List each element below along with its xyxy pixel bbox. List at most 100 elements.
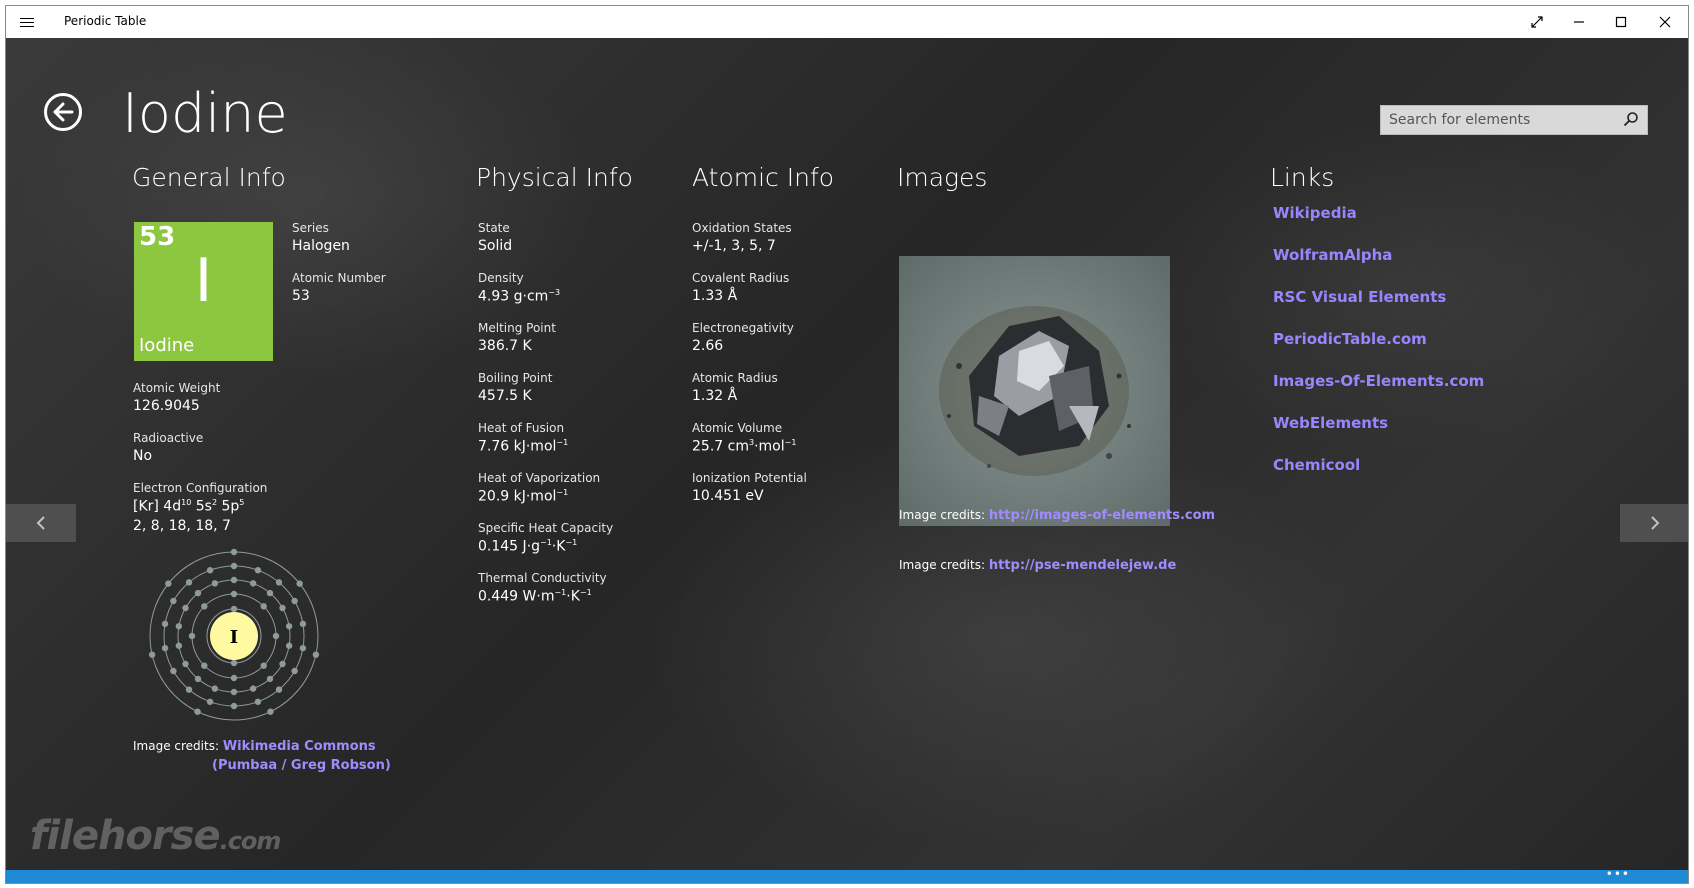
- boiling-prop: Boiling Point 457.5 K: [478, 371, 553, 404]
- vaporization-prop: Heat of Vaporization 20.9 kJ·mol−1: [478, 471, 601, 505]
- electron-dot: [267, 708, 274, 715]
- atomic-info-heading: Atomic Info: [692, 163, 835, 192]
- electron-dot: [279, 604, 286, 612]
- link-webelements[interactable]: WebElements: [1273, 414, 1388, 432]
- thermal-prop: Thermal Conductivity 0.449 W·m−1·K−1: [478, 571, 607, 605]
- previous-element-button[interactable]: [6, 504, 76, 542]
- electron-dot: [249, 685, 257, 692]
- search-icon[interactable]: [1623, 111, 1639, 127]
- images-of-elements-link[interactable]: http://images-of-elements.com: [989, 508, 1215, 523]
- link-rsc-visual-elements[interactable]: RSC Visual Elements: [1273, 288, 1446, 306]
- electron-dot: [194, 708, 201, 715]
- maximize-icon[interactable]: [1598, 6, 1644, 38]
- electron-dot: [279, 660, 286, 668]
- electron-dot: [182, 604, 189, 612]
- atomic-radius-prop: Atomic Radius 1.32 Å: [692, 371, 778, 404]
- electron-dot: [230, 576, 238, 584]
- general-info-heading: General Info: [132, 163, 286, 192]
- electron-dot: [175, 642, 183, 649]
- element-photo[interactable]: [899, 256, 1170, 526]
- electron-dot: [285, 623, 293, 630]
- images-heading: Images: [897, 163, 988, 192]
- electron-dot: [148, 651, 156, 658]
- ionization-prop: Ionization Potential 10.451 eV: [692, 471, 807, 504]
- electron-dot: [211, 580, 219, 587]
- link-wolframalpha[interactable]: WolframAlpha: [1273, 246, 1392, 264]
- content-area: Iodine General Info 53 I Iodine Series H…: [6, 38, 1688, 872]
- electron-dot: [194, 589, 202, 597]
- atom-shell-diagram: I: [148, 548, 320, 721]
- electron-dot: [272, 632, 280, 640]
- electron-dot: [260, 662, 267, 669]
- electron-dot: [254, 698, 262, 705]
- electron-dot: [170, 667, 177, 675]
- electron-dot: [230, 659, 238, 667]
- close-icon[interactable]: [1642, 6, 1688, 38]
- atomic-volume-prop: Atomic Volume 25.7 cm3·mol−1: [692, 421, 797, 455]
- image-credit-1: Image credits: http://images-of-elements…: [899, 508, 1216, 523]
- fusion-prop: Heat of Fusion 7.76 kJ·mol−1: [478, 421, 569, 455]
- electron-dot: [275, 686, 283, 693]
- link-wikipedia[interactable]: Wikipedia: [1273, 204, 1357, 222]
- atomic-number-prop: Atomic Number 53: [292, 271, 386, 304]
- state-prop: State Solid: [478, 221, 513, 254]
- element-tile: 53 I Iodine: [134, 222, 273, 361]
- wikimedia-link[interactable]: Wikimedia Commons: [223, 739, 376, 754]
- electron-dot: [299, 644, 307, 652]
- electron-dot: [201, 662, 208, 669]
- electron-dot: [249, 580, 257, 587]
- electron-dot: [299, 620, 307, 628]
- link-images-of-elements[interactable]: Images-Of-Elements.com: [1273, 372, 1484, 390]
- fullscreen-icon[interactable]: [1514, 6, 1560, 38]
- tile-symbol: I: [194, 246, 213, 316]
- electron-dot: [185, 686, 193, 693]
- electron-dot: [188, 632, 196, 640]
- electron-dot: [165, 580, 172, 587]
- image-credit-2: Image credits: http://pse-mendelejew.de: [899, 558, 1177, 573]
- more-options-icon[interactable]: •••: [1606, 867, 1630, 881]
- chevron-right-icon: [1651, 516, 1660, 530]
- app-bar[interactable]: •••: [6, 867, 1688, 883]
- link-chemicool[interactable]: Chemicool: [1273, 456, 1360, 474]
- electron-config-prop: Electron Configuration [Kr] 4d10 5s2 5p5…: [133, 481, 268, 534]
- electron-dot: [266, 675, 274, 683]
- electron-dot: [161, 644, 169, 652]
- electron-dot: [230, 548, 238, 556]
- minimize-icon[interactable]: [1556, 6, 1602, 38]
- filehorse-watermark: filehorse.com: [30, 813, 281, 859]
- electron-dot: [161, 620, 169, 628]
- electron-dot: [211, 685, 219, 692]
- electron-dot: [296, 580, 303, 587]
- physical-info-heading: Physical Info: [476, 163, 633, 192]
- author-link[interactable]: (Pumbaa / Greg Robson): [212, 758, 391, 773]
- electron-dot: [194, 675, 202, 683]
- electron-dot: [260, 603, 267, 610]
- electron-dot: [201, 603, 208, 610]
- back-arrow-icon[interactable]: [44, 93, 82, 131]
- search-box[interactable]: [1380, 105, 1648, 135]
- next-element-button[interactable]: [1620, 504, 1688, 542]
- electron-dot: [230, 688, 238, 696]
- electron-dot: [312, 651, 320, 658]
- electron-dot: [230, 674, 238, 682]
- electron-dot: [285, 642, 293, 649]
- electron-dot: [175, 623, 183, 630]
- electron-dot: [230, 562, 238, 570]
- link-periodictable[interactable]: PeriodicTable.com: [1273, 330, 1427, 348]
- density-prop: Density 4.93 g·cm−3: [478, 271, 561, 305]
- electron-dot: [185, 579, 193, 586]
- hamburger-menu-icon[interactable]: [20, 15, 34, 29]
- oxidation-prop: Oxidation States +/-1, 3, 5, 7: [692, 221, 792, 254]
- diagram-credit-author: (Pumbaa / Greg Robson): [212, 758, 391, 773]
- specific-heat-prop: Specific Heat Capacity 0.145 J·g−1·K−1: [478, 521, 614, 555]
- electron-dot: [170, 597, 177, 605]
- atomic-weight-prop: Atomic Weight 126.9045: [133, 381, 221, 414]
- pse-mendelejew-link[interactable]: http://pse-mendelejew.de: [989, 558, 1176, 573]
- tile-name: Iodine: [139, 335, 195, 356]
- search-input[interactable]: [1381, 106, 1619, 134]
- app-window: Periodic Table Iodine General Info 53 I …: [5, 5, 1689, 884]
- electronegativity-prop: Electronegativity 2.66: [692, 321, 794, 354]
- electron-dot: [230, 605, 238, 613]
- electron-dot: [254, 567, 262, 574]
- page-title: Iodine: [122, 82, 288, 145]
